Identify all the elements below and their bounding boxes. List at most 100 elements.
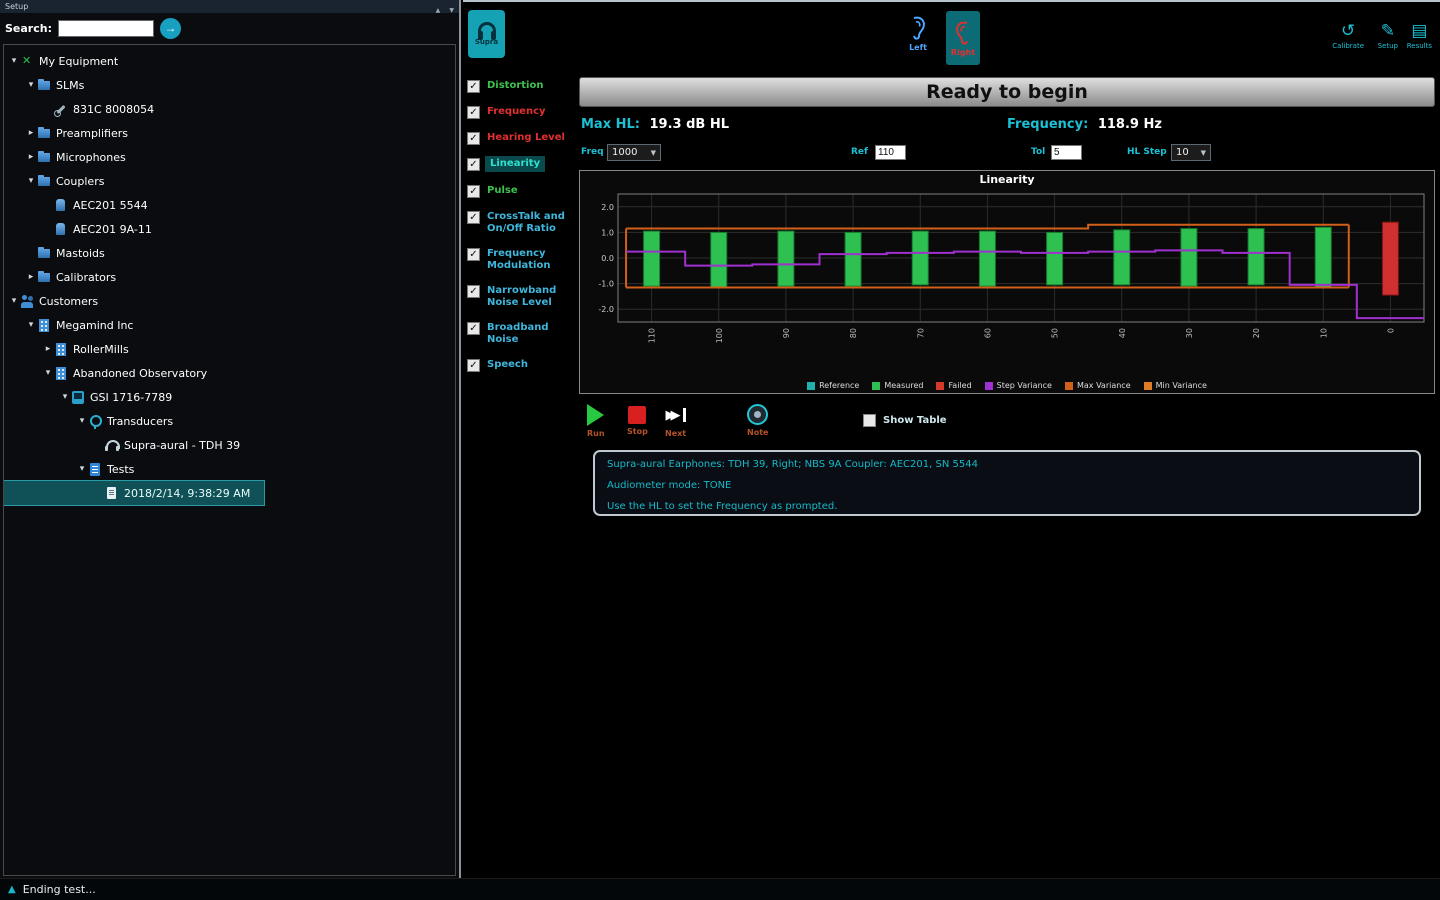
calibrate-button[interactable]: ↺ Calibrate <box>1332 22 1364 50</box>
checkbox-checked-icon[interactable]: ✓ <box>467 185 480 198</box>
tree-item[interactable]: ▾ Megamind Inc <box>4 313 147 337</box>
chevron-down-icon[interactable]: ▾ <box>8 296 20 306</box>
chevron-right-icon[interactable]: ▸ <box>25 128 37 138</box>
tree-item[interactable]: 2018/2/14, 9:38:29 AM <box>4 480 266 506</box>
results-button[interactable]: ▤ Results <box>1407 22 1432 50</box>
legend-swatch <box>807 381 816 390</box>
hl-step-dropdown-value: 10 <box>1176 147 1189 158</box>
chart-bar-measured <box>643 230 661 287</box>
tree-item[interactable]: ▸ Microphones <box>4 145 140 169</box>
test-item[interactable]: ✓ CrossTalk and On/Off Ratio <box>467 211 579 235</box>
tree-item[interactable]: ▸ Preamplifiers <box>4 121 142 145</box>
tree-item[interactable]: ▾ GSI 1716-7789 <box>4 385 186 409</box>
checkbox-checked-icon[interactable]: ✓ <box>467 322 480 335</box>
tree-item[interactable]: ▾ Couplers <box>4 169 118 193</box>
legend-swatch <box>984 381 993 390</box>
tree-item[interactable]: ▾ SLMs <box>4 73 98 97</box>
left-ear-icon <box>913 16 925 40</box>
tree-item[interactable]: ▸ RollerMills <box>4 337 143 361</box>
legend-swatch <box>1143 381 1152 390</box>
chevron-down-icon[interactable]: ▾ <box>25 80 37 90</box>
checkbox-checked-icon[interactable]: ✓ <box>467 106 480 119</box>
expand-status-icon[interactable]: ▲ <box>8 884 16 895</box>
tree-item-label: SLMs <box>56 78 85 92</box>
run-button[interactable]: Run <box>587 404 605 438</box>
ref-input[interactable] <box>875 145 906 160</box>
tree-item[interactable]: Supra-aural - TDH 39 <box>4 433 254 457</box>
tree-item[interactable]: ▾ My Equipment <box>4 49 132 73</box>
left-ear-button[interactable]: Left <box>908 15 928 52</box>
hl-step-dropdown[interactable]: 10 ▼ <box>1171 144 1211 161</box>
test-item[interactable]: ✓ Frequency Modulation <box>467 248 579 272</box>
setup-button[interactable]: ✎ Setup <box>1378 22 1398 50</box>
chevron-right-icon[interactable]: ▸ <box>25 272 37 282</box>
tree-item[interactable]: ▾ Tests <box>4 457 148 481</box>
max-hl-value: 19.3 dB HL <box>649 117 730 132</box>
tree-item[interactable]: ▾ Customers <box>4 289 112 313</box>
tree-item-label: Mastoids <box>56 246 105 260</box>
results-document-icon: ▤ <box>1411 21 1428 41</box>
tree-item[interactable]: ▸ Calibrators <box>4 265 130 289</box>
checkbox-checked-icon[interactable]: ✓ <box>467 80 480 93</box>
tree-item[interactable]: AEC201 9A-11 <box>4 217 166 241</box>
y-tick-label: 2.0 <box>601 203 614 212</box>
test-item[interactable]: ✓ Speech <box>467 359 579 372</box>
test-item[interactable]: ✓ Hearing Level <box>467 132 579 145</box>
test-item-label: Frequency <box>487 106 546 117</box>
chevron-down-icon[interactable]: ▾ <box>76 416 88 426</box>
transducer-supra-button[interactable]: Supra <box>468 10 505 58</box>
linearity-chart-panel: Linearity 2.0 1.0 0.0 -1.0 -2.0 110 100 90 80 70 6… <box>579 170 1435 394</box>
chevron-right-icon[interactable]: ▸ <box>25 152 37 162</box>
left-ear-label: Left <box>909 43 927 52</box>
test-item[interactable]: ✓ Narrowband Noise Level <box>467 285 579 309</box>
tree-item[interactable]: ▾ Transducers <box>4 409 187 433</box>
tol-input[interactable] <box>1051 145 1082 160</box>
next-button[interactable]: ▶▶ Next <box>665 404 686 439</box>
right-ear-button-selected[interactable]: Right <box>946 11 980 65</box>
checkbox-checked-icon[interactable]: ✓ <box>467 211 480 224</box>
test-item[interactable]: ✓ Broadband Noise <box>467 322 579 346</box>
x-tick-label: 10 <box>1319 328 1328 338</box>
device-icon <box>71 390 85 404</box>
chevron-down-icon[interactable]: ▾ <box>42 368 54 378</box>
tree-item[interactable]: 831C 8008054 <box>4 97 168 121</box>
tree-item[interactable]: ▾ Abandoned Observatory <box>4 361 221 385</box>
checkbox-checked-icon[interactable]: ✓ <box>467 359 480 372</box>
tree-item-label: Couplers <box>56 174 105 188</box>
show-table-label: Show Table <box>883 415 947 426</box>
run-label: Run <box>587 429 605 438</box>
show-table-toggle[interactable]: Show Table <box>863 414 947 427</box>
test-item[interactable]: ✓ Distortion <box>467 80 579 93</box>
chevron-down-icon[interactable]: ▾ <box>25 320 37 330</box>
chevron-down-icon[interactable]: ▾ <box>76 464 88 474</box>
freq-dropdown[interactable]: 1000 ▼ <box>607 144 661 161</box>
note-button[interactable]: Note <box>747 404 768 437</box>
tree-item[interactable]: Mastoids <box>4 241 119 265</box>
checkbox-checked-icon[interactable]: ✓ <box>467 132 480 145</box>
search-input[interactable] <box>57 20 154 37</box>
show-table-checkbox[interactable] <box>863 414 876 427</box>
test-item[interactable]: ✓ Pulse <box>467 185 579 198</box>
linearity-chart: 2.01.00.0-1.0-2.0110 100 90 80 70 60 50 40 30 20 1… <box>598 193 1425 343</box>
test-item[interactable]: ✓ Frequency <box>467 106 579 119</box>
chevron-down-icon: ▼ <box>650 148 656 157</box>
collapse-up-icon[interactable]: ▲ <box>436 7 441 14</box>
stop-button[interactable]: Stop <box>627 404 648 436</box>
collapse-down-icon[interactable]: ▼ <box>449 7 454 14</box>
checkbox-checked-icon[interactable]: ✓ <box>467 285 480 298</box>
step-variance-line <box>626 249 1424 320</box>
checkbox-checked-icon[interactable]: ✓ <box>467 248 480 261</box>
chevron-down-icon[interactable]: ▾ <box>8 56 20 66</box>
sidebar: Setup ▲ ▼ Search: → ▾ My Equipment ▾ SLMs 83… <box>0 0 461 878</box>
test-item[interactable]: ✓ Linearity <box>467 156 579 172</box>
checkbox-checked-icon[interactable]: ✓ <box>467 158 480 171</box>
search-go-button[interactable]: → <box>159 18 181 39</box>
tree-item-label: Transducers <box>107 414 174 428</box>
tree-item-label: GSI 1716-7789 <box>90 390 173 404</box>
chevron-right-icon[interactable]: ▸ <box>42 344 54 354</box>
tree-item[interactable]: AEC201 5544 <box>4 193 162 217</box>
chevron-down-icon[interactable]: ▾ <box>59 392 71 402</box>
chevron-down-icon[interactable]: ▾ <box>25 176 37 186</box>
hl-step-label: HL Step <box>1127 147 1167 157</box>
equipment-icon <box>20 54 34 68</box>
